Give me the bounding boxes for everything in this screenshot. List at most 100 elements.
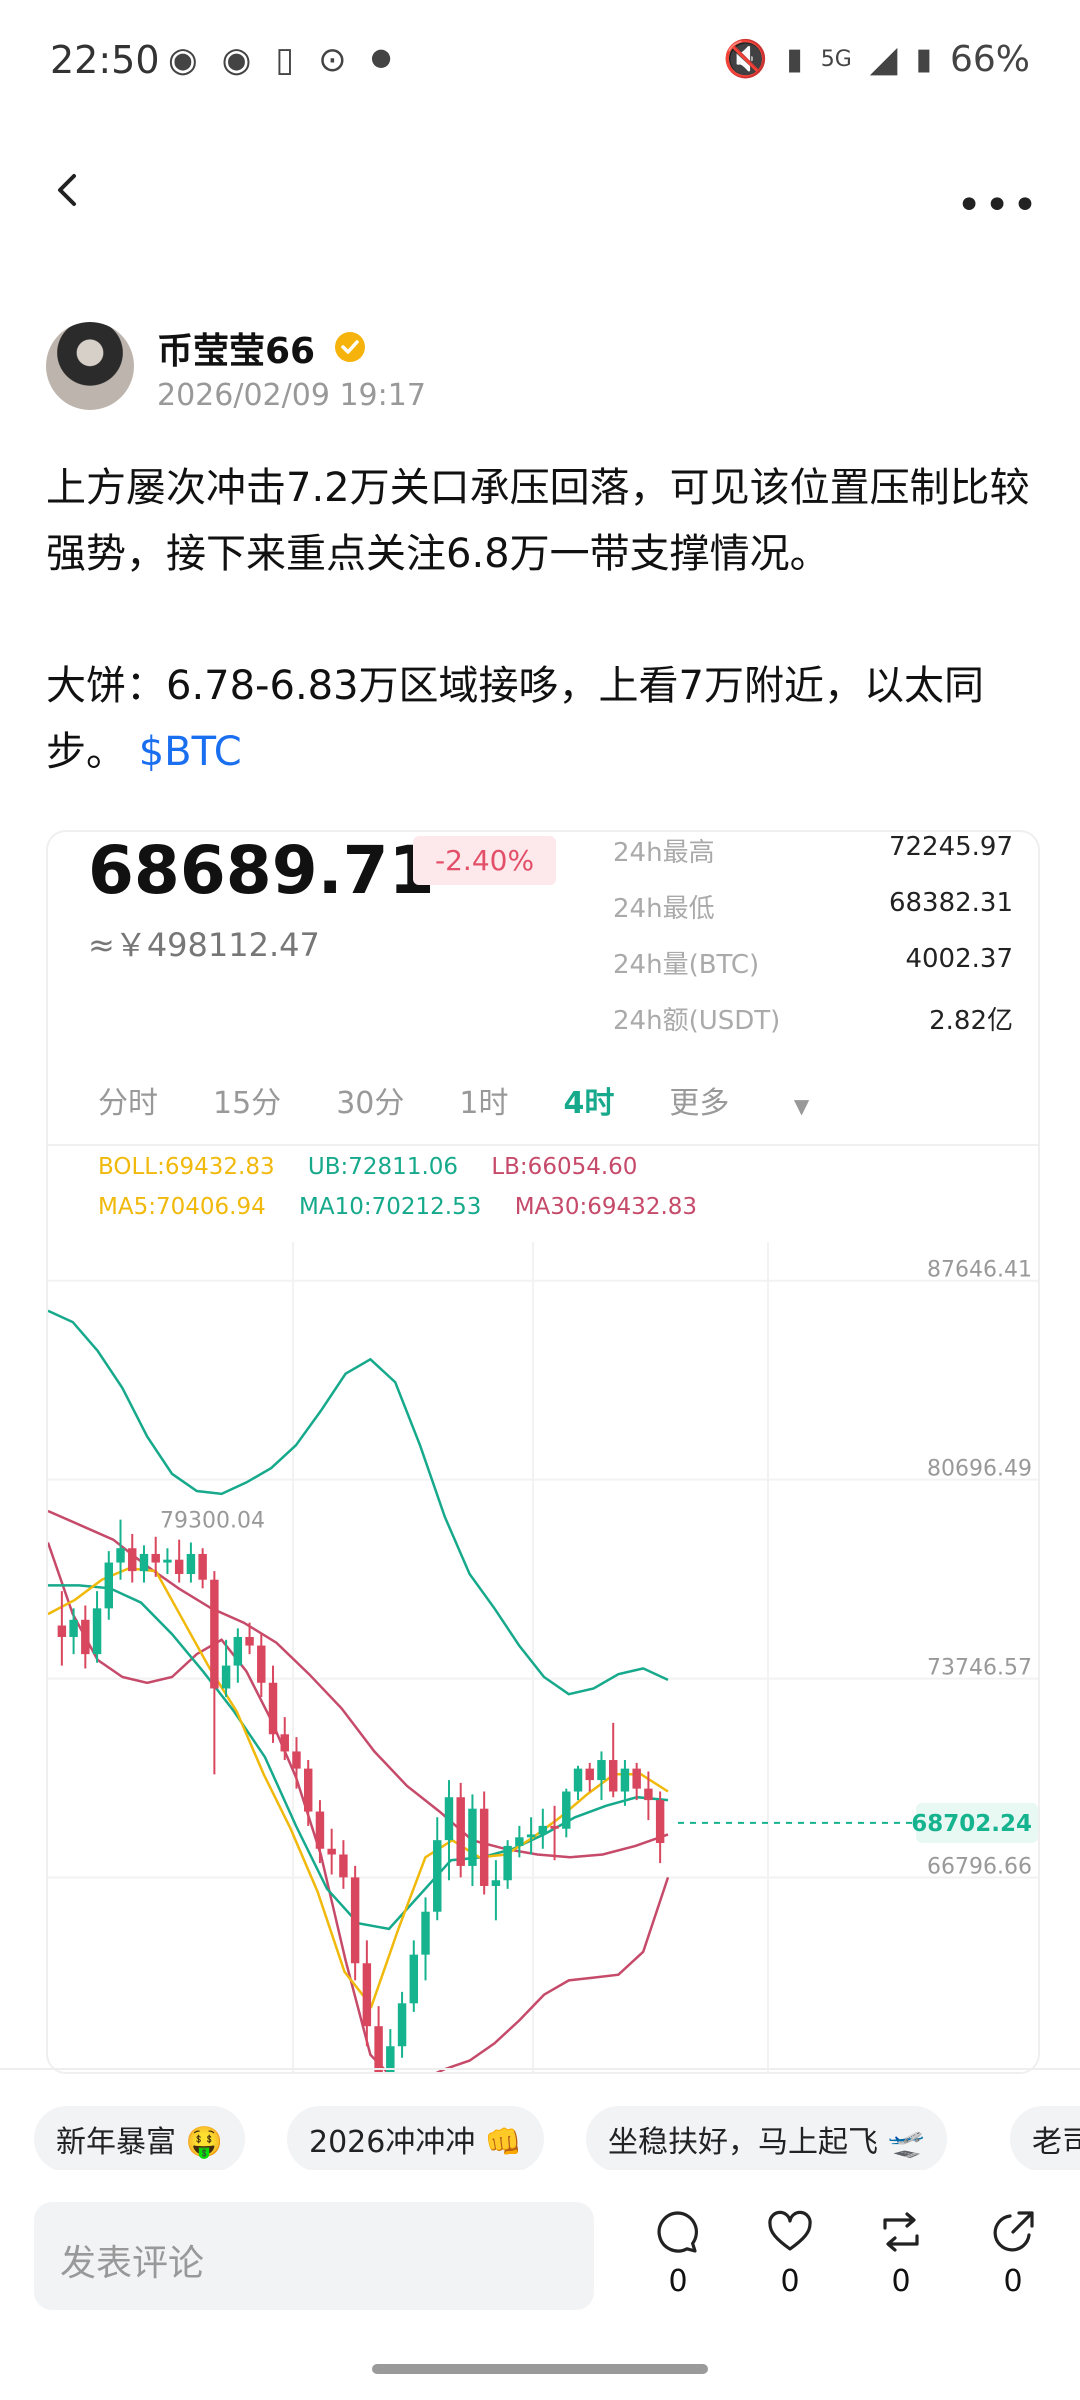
candle-body [573, 1768, 583, 1792]
candle-body [456, 1797, 465, 1866]
candle-body [620, 1768, 630, 1792]
current-price-label: 68702.24 [911, 1811, 1032, 1837]
post-paragraph-2: 大饼：6.78-6.83万区域接哆，上看7万附近，以太同步。 $BTC [46, 653, 1036, 785]
high-marker-label: 79300.04 [160, 1509, 265, 1534]
comment-count: 0 [668, 2264, 688, 2299]
candle-body [468, 1808, 477, 1866]
market-card[interactable]: 68689.71 -2.40% ≈￥498112.47 24h最高 72245.9… [46, 830, 1040, 2074]
candle-body [57, 1625, 67, 1637]
repost-icon [883, 2212, 919, 2252]
weibo-icon: ◉ [168, 40, 198, 80]
y-tick-label: 73746.57 [927, 1656, 1032, 1681]
comment-icon [657, 2211, 698, 2253]
share-action[interactable]: 0 [978, 2208, 1048, 2299]
candle-body [550, 1825, 559, 1829]
share-icon [993, 2211, 1034, 2252]
topic-chip[interactable]: 2026冲冲冲 👊 [287, 2106, 545, 2170]
status-time: 22:50 [50, 38, 160, 82]
candle-body [421, 1911, 430, 1955]
y-tick-label: 87646.41 [927, 1258, 1032, 1283]
weibo-icon-2: ◉ [221, 40, 252, 80]
candle-body [292, 1751, 301, 1769]
candle-body [139, 1553, 149, 1572]
candle-body [409, 1954, 419, 2004]
like-count: 0 [780, 2264, 800, 2299]
candle-body [644, 1788, 653, 1801]
dot-icon: ● [370, 43, 392, 71]
candle-body [397, 2003, 407, 2047]
candle-body [562, 1791, 571, 1829]
topic-chip[interactable]: 新年暴富 🤑 [34, 2106, 245, 2170]
sim-icon: ▮ [786, 41, 803, 77]
candle-body [210, 1579, 219, 1689]
share-count: 0 [1003, 2264, 1023, 2299]
candle-body [433, 1840, 442, 1912]
y-tick-label: 66796.66 [927, 1854, 1032, 1879]
record-icon: ⊙ [318, 40, 347, 80]
candle-body [163, 1559, 172, 1563]
phone-sync-icon: ▯ [275, 40, 295, 80]
candle-body [339, 1854, 348, 1878]
candle-body [503, 1845, 512, 1881]
candle-body [362, 1963, 372, 2027]
candle-body [221, 1665, 231, 1689]
candle-body [128, 1548, 137, 1572]
candle-body [104, 1562, 114, 1609]
status-right: 🔇 ▮ 5G ◢ ▮ 66% [723, 38, 1030, 81]
candle-body [515, 1837, 524, 1846]
candle-body [303, 1768, 313, 1812]
home-indicator [372, 2364, 708, 2374]
boll-upper-line [48, 1309, 669, 1696]
y-tick-label: 80696.49 [927, 1457, 1032, 1482]
avatar[interactable] [46, 322, 134, 410]
candle-body [257, 1645, 266, 1683]
candle-body [116, 1548, 125, 1563]
topic-chip[interactable]: 坐稳扶好，马上起飞 🛫 [586, 2106, 947, 2170]
candle-body [632, 1768, 641, 1789]
network-type: 5G [820, 46, 852, 72]
candle-body [92, 1608, 102, 1655]
candle-body [526, 1834, 536, 1838]
back-arrow-icon[interactable] [48, 170, 88, 210]
candle-body [151, 1553, 160, 1563]
candle-body [81, 1619, 90, 1655]
like-action[interactable]: 0 [755, 2208, 825, 2299]
post-time: 2026/02/09 19:17 [157, 378, 426, 413]
mute-icon: 🔇 [723, 39, 769, 80]
status-bar: 22:50 ◉ ◉ ▯ ⊙ ● 🔇 ▮ 5G ◢ ▮ 66% [0, 0, 1080, 120]
topic-chips: 新年暴富 🤑 2026冲冲冲 👊 坐稳扶好，马上起飞 🛫 老司 [0, 2068, 1080, 2170]
candle-body [327, 1848, 336, 1855]
candle-body [585, 1768, 594, 1781]
comment-input[interactable]: 发表评论 [34, 2202, 594, 2310]
repost-count: 0 [891, 2264, 911, 2299]
author-name[interactable]: 币莹莹66 [157, 322, 315, 374]
kline-chart[interactable]: 87646.41 80696.49 73746.57 66796.66 79300.04… [48, 832, 1038, 2072]
heart-icon [768, 2210, 812, 2251]
top-nav: ••• [0, 150, 1080, 240]
candle-body [198, 1553, 207, 1580]
candle-body [69, 1619, 78, 1637]
btc-tag-link[interactable]: $BTC [139, 729, 242, 775]
candle-body [268, 1682, 278, 1735]
candle-body [233, 1636, 243, 1666]
verified-badge-icon [335, 332, 365, 362]
candle-body [597, 1760, 606, 1781]
candle-body [350, 1877, 360, 1964]
battery-level: 66% [949, 38, 1030, 80]
post-paragraph-1: 上方屡次冲击7.2万关口承压回落，可见该位置压制比较强势，接下来重点关注6.8万… [46, 465, 1030, 577]
candle-body [444, 1797, 454, 1841]
candle-body [174, 1559, 184, 1574]
candle-body [186, 1553, 196, 1574]
candle-body [315, 1811, 325, 1849]
candle-body [245, 1636, 254, 1646]
comment-placeholder: 发表评论 [60, 2243, 205, 2284]
notification-icons: ◉ ◉ ▯ ⊙ ● [168, 40, 392, 80]
topic-chip[interactable]: 老司 [1010, 2106, 1080, 2170]
candle-body [374, 2026, 383, 2072]
repost-action[interactable]: 0 [866, 2208, 936, 2299]
candle-body [280, 1734, 289, 1752]
post-content: 上方屡次冲击7.2万关口承压回落，可见该位置压制比较强势，接下来重点关注6.8万… [46, 455, 1036, 785]
more-options-icon[interactable]: ••• [956, 180, 1040, 231]
comment-action[interactable]: 0 [643, 2208, 713, 2299]
candle-body [479, 1808, 489, 1886]
